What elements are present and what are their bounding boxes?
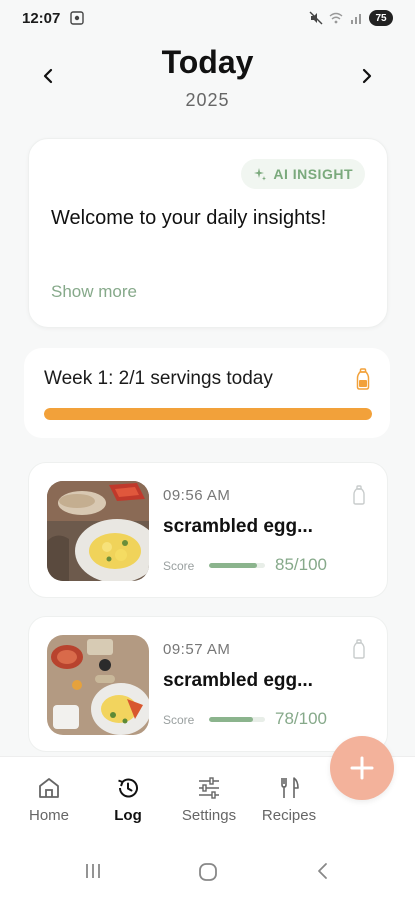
score-label: Score [163,559,195,573]
status-bar: 12:07 75 [0,0,415,36]
mute-icon [309,11,323,25]
nav-item-home[interactable]: Home [9,775,89,824]
meal-title: scrambled egg... [163,670,313,691]
meal-entry-card[interactable]: 09:57 AM scrambled egg... Score 78/100 [28,616,388,752]
ai-insight-badge: AI INSIGHT [241,159,365,189]
plus-icon [350,756,374,780]
recent-apps-icon[interactable] [84,862,102,880]
nav-item-log[interactable]: Log [88,775,168,824]
bottle-icon [356,368,370,390]
weekly-progress-fill [44,408,372,420]
nav-label-recipes: Recipes [261,807,317,824]
nav-item-recipes[interactable]: Recipes [249,775,329,824]
meal-photo [47,635,149,735]
show-more-link[interactable]: Show more [51,282,137,302]
battery-indicator: 75 [369,10,393,26]
system-navigation-bar [0,840,415,900]
meal-title: scrambled egg... [163,516,313,537]
score-value: 78/100 [275,709,327,728]
nav-item-settings[interactable]: Settings [169,775,249,824]
weekly-progress-bar [44,408,372,420]
fork-knife-icon [281,777,299,798]
score-bar [209,563,265,568]
score-bar-fill [209,563,257,568]
meal-photo [47,481,149,581]
status-time: 12:07 [22,9,61,27]
score-value: 85/100 [275,555,327,574]
bottle-icon [353,639,365,659]
insight-text: Welcome to your daily insights! [51,207,327,229]
system-home-icon[interactable] [198,862,218,882]
next-day-button[interactable] [353,62,381,90]
meal-time: 09:57 AM [163,641,231,658]
history-icon [118,778,138,798]
bottle-icon [353,485,365,505]
score-bar [209,717,265,722]
nav-label-settings: Settings [181,807,237,824]
home-icon [39,778,59,798]
system-back-icon[interactable] [316,862,330,880]
meal-time: 09:56 AM [163,487,231,504]
score-bar-fill [209,717,253,722]
weekly-servings-text: Week 1: 2/1 servings today [44,368,273,389]
wifi-icon [329,12,343,24]
weekly-servings-card[interactable]: Week 1: 2/1 servings today [24,348,390,438]
chevron-right-icon [362,68,372,84]
page-year: 2025 [185,90,230,110]
meal-entry-card[interactable]: 09:56 AM scrambled egg... Score 85/100 [28,462,388,598]
score-label: Score [163,713,195,727]
ai-insight-card: AI INSIGHT Welcome to your daily insight… [28,138,388,328]
signal-icon [351,14,361,24]
ai-insight-label: AI INSIGHT [273,166,353,182]
sparkle-icon [254,168,267,181]
nav-label-home: Home [28,807,69,824]
add-meal-button[interactable] [330,736,394,800]
screenshot-icon [70,11,85,25]
date-header: Today 2025 [0,40,415,120]
sliders-icon [199,777,219,799]
nav-label-log: Log [114,807,142,824]
